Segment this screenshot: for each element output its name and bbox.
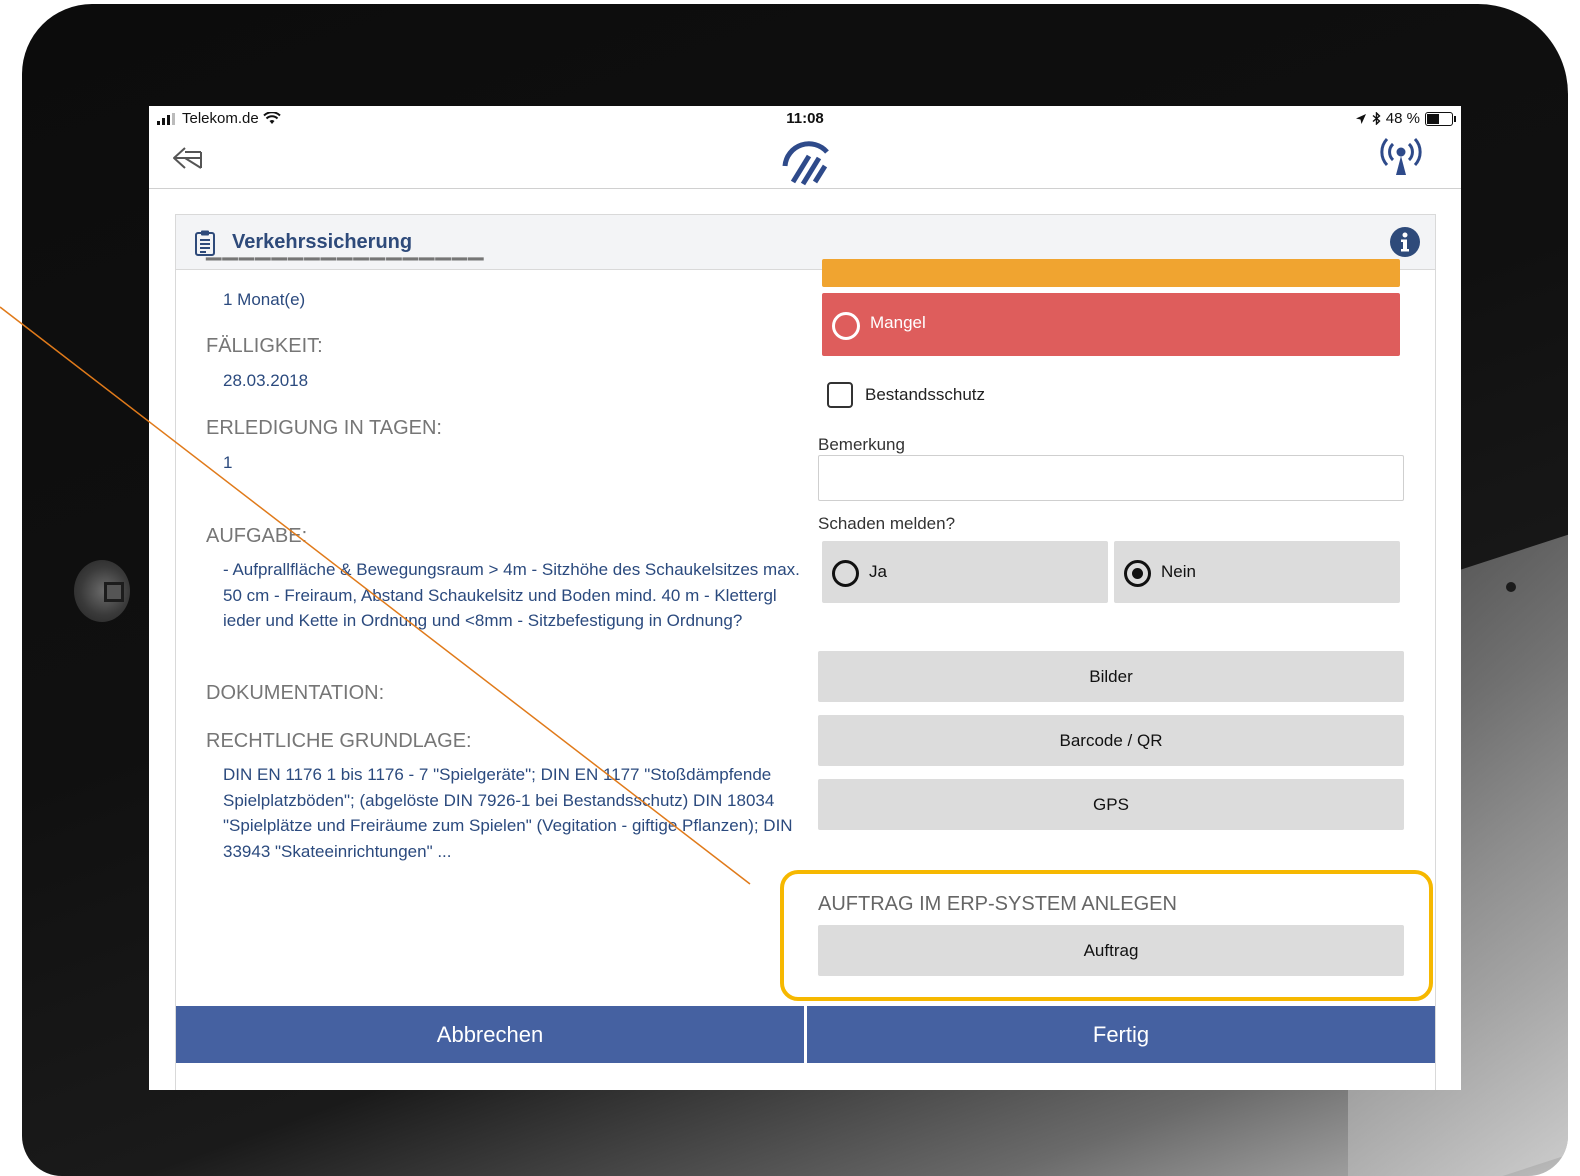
remark-input[interactable]	[818, 455, 1404, 501]
damage-report-label: Schaden melden?	[818, 514, 956, 533]
damage-report-option-yes[interactable]: Ja	[822, 541, 1108, 603]
days-label: ERLEDIGUNG IN TAGEN:	[206, 417, 442, 439]
battery-percent: 48 %	[1385, 110, 1420, 127]
barcode-qr-button[interactable]: Barcode / QR	[818, 715, 1404, 766]
task-value: - Aufprallfläche & Bewegungsraum > 4m - …	[223, 560, 800, 630]
due-label: FÄLLIGKEIT:	[206, 335, 323, 357]
location-arrow-icon	[1355, 113, 1366, 124]
due-value: 28.03.2018	[223, 371, 309, 390]
info-icon[interactable]	[1389, 226, 1421, 258]
legal-basis-label: RECHTLICHE GRUNDLAGE:	[206, 730, 472, 752]
erp-section-label: AUFTRAG IM ERP-SYSTEM ANLEGEN	[818, 893, 1177, 915]
card-title: Verkehrssicherung	[232, 231, 413, 253]
remark-label: Bemerkung	[818, 435, 905, 454]
bluetooth-icon	[1372, 112, 1381, 125]
gps-button[interactable]: GPS	[818, 779, 1404, 830]
clock: 11:08	[786, 110, 824, 127]
inspection-card: Verkehrssicherung ▔▔▔▔▔▔▔▔▔▔▔▔▔▔▔▔▔ 1 Mo…	[175, 214, 1436, 1090]
app-logo-icon	[782, 141, 829, 186]
status-option-warning[interactable]	[822, 259, 1400, 287]
legal-basis-value: DIN EN 1176 1 bis 1176 - 7 "Spielgeräte"…	[223, 765, 793, 861]
option-yes-label: Ja	[869, 562, 887, 581]
damage-report-option-no[interactable]: Nein	[1114, 541, 1400, 603]
nav-bar	[149, 132, 1461, 189]
app-screen: Telekom.de 11:08 48 % Verkehrssicherung …	[149, 106, 1461, 1090]
documentation-label: DOKUMENTATION:	[206, 682, 385, 704]
bestandsschutz-label: Bestandsschutz	[865, 385, 986, 404]
interval-value: 1 Monat(e)	[223, 290, 306, 309]
option-no-label: Nein	[1161, 562, 1196, 581]
status-bar: Telekom.de 11:08 48 %	[149, 106, 1461, 132]
clipboard-icon	[195, 230, 215, 256]
radio-yes[interactable]	[832, 560, 859, 587]
radio-no-selected[interactable]	[1124, 560, 1151, 587]
battery-icon	[1425, 111, 1456, 126]
order-button[interactable]: Auftrag	[818, 925, 1404, 976]
interval-label-partial: ▔▔▔▔▔▔▔▔▔▔▔▔▔▔▔▔▔	[206, 259, 485, 281]
tablet-sensor	[1506, 582, 1516, 592]
task-label: AUFGABE:	[206, 525, 308, 547]
status-option-defect[interactable]: Mangel	[822, 293, 1400, 356]
back-arrow-icon[interactable]	[171, 144, 207, 172]
footer-bar: Abbrechen Fertig	[176, 1006, 1435, 1063]
defect-label: Mangel	[870, 313, 926, 332]
defect-radio[interactable]	[832, 312, 860, 340]
cancel-button[interactable]: Abbrechen	[176, 1006, 804, 1063]
status-right: 48 %	[1355, 110, 1456, 127]
images-button[interactable]: Bilder	[818, 651, 1404, 702]
tablet-camera-icon	[74, 560, 130, 622]
antenna-broadcast-icon[interactable]	[1379, 137, 1423, 179]
done-button[interactable]: Fertig	[807, 1006, 1435, 1063]
days-value: 1	[223, 453, 233, 472]
bestandsschutz-checkbox[interactable]	[827, 382, 853, 408]
